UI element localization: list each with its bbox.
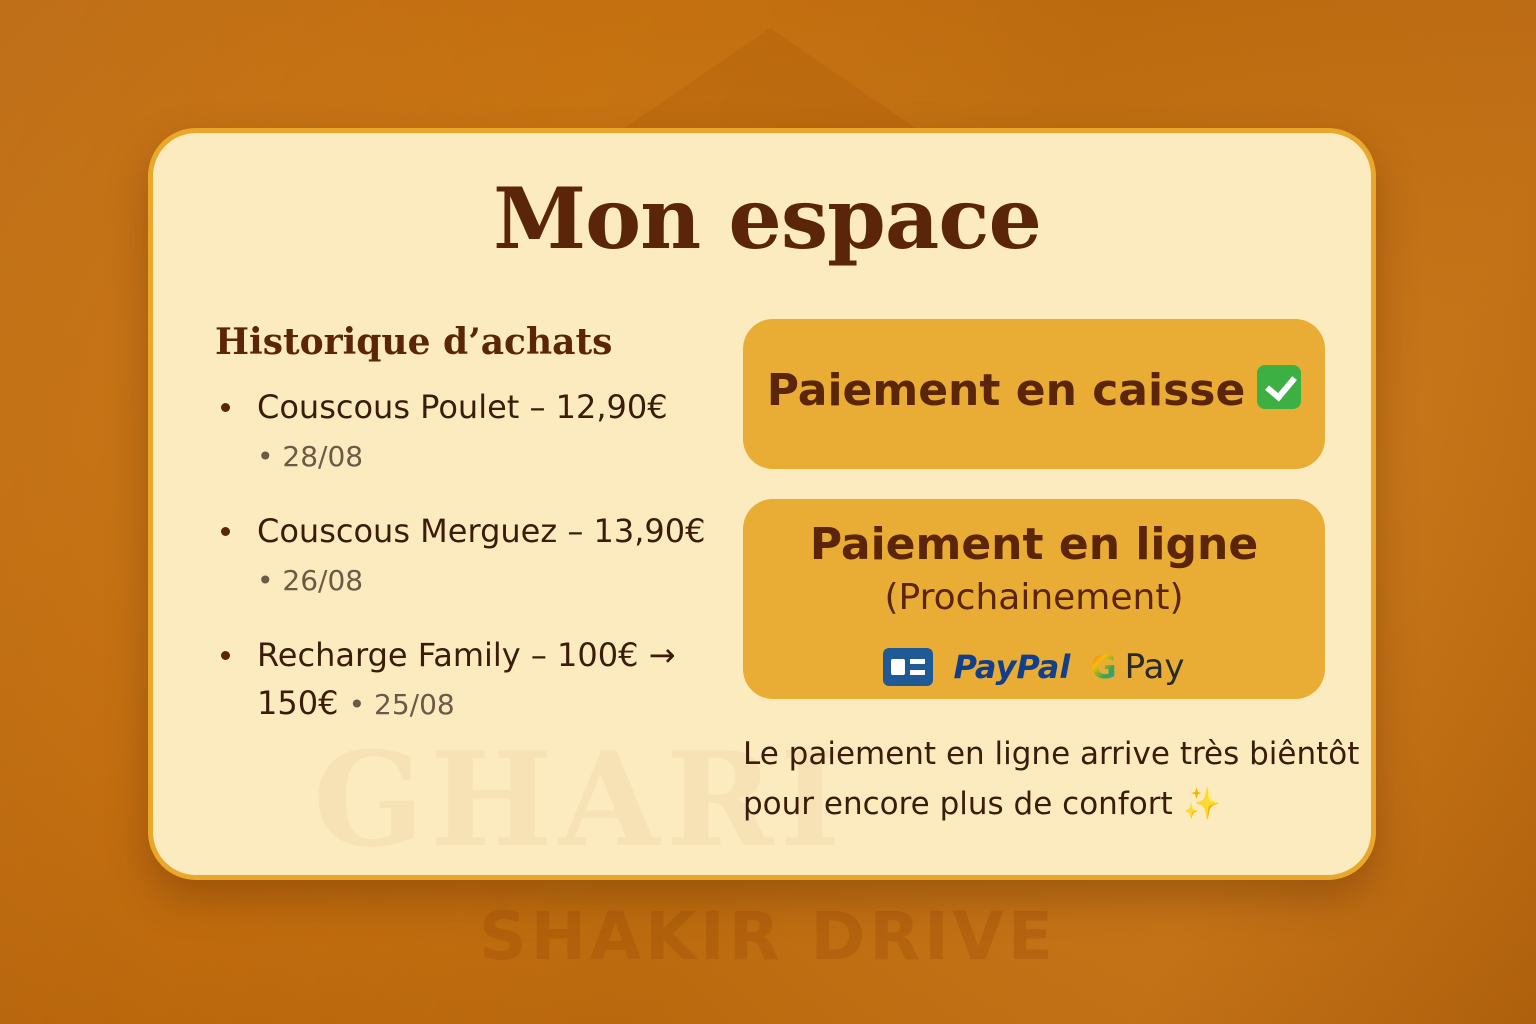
pay-online-button[interactable]: Paiement en ligne (Prochainement) PayPal…: [743, 499, 1325, 699]
pay-online-status: (Prochainement): [884, 577, 1184, 618]
purchase-history-heading: Historique d’achats: [215, 321, 613, 363]
paypal-logo: PayPal: [953, 648, 1071, 686]
online-payment-note: Le paiement en ligne arrive très biêntôt…: [743, 729, 1371, 829]
account-card: GHARI Mon espace Historique d’achats Cou…: [148, 128, 1376, 880]
pay-online-label: Paiement en ligne: [809, 519, 1259, 570]
history-item-date: • 28/08: [257, 440, 364, 473]
pay-at-counter-button[interactable]: Paiement en caisse: [743, 319, 1325, 469]
history-item-text: Couscous Poulet – 12,90€: [257, 388, 668, 426]
google-pay-logo: G Pay: [1090, 647, 1184, 687]
pay-at-counter-label: Paiement en caisse: [766, 365, 1246, 416]
sparkles-icon: ✨: [1182, 786, 1222, 822]
online-payment-note-text: Le paiement en ligne arrive très biêntôt…: [743, 736, 1360, 822]
history-item: Couscous Poulet – 12,90€ • 28/08: [215, 383, 735, 481]
background-roof-shape: [610, 28, 930, 138]
history-item-text: Couscous Merguez – 13,90€: [257, 512, 706, 550]
bullet-icon: [221, 403, 230, 412]
credit-card-icon: [883, 648, 934, 686]
page-title: Mon espace: [493, 169, 1042, 268]
bullet-icon: [221, 527, 230, 536]
pay-at-counter-row: Paiement en caisse: [743, 365, 1325, 416]
history-item-date: • 25/08: [348, 688, 455, 721]
history-item: Recharge Family – 100€ → 150€ • 25/08: [215, 631, 735, 729]
google-g-icon: G: [1090, 648, 1117, 686]
history-item: Couscous Merguez – 13,90€ • 26/08: [215, 507, 735, 605]
history-item-text: Recharge Family – 100€ → 150€: [257, 636, 676, 722]
check-mark-icon: [1257, 365, 1302, 409]
google-pay-label: Pay: [1124, 647, 1185, 687]
payment-methods: PayPal G Pay: [743, 645, 1325, 689]
bullet-icon: [221, 651, 230, 660]
purchase-history: Historique d’achats Couscous Poulet – 12…: [215, 321, 735, 755]
background-brand-text: SHAKIR DRIVE: [479, 898, 1057, 975]
purchase-history-list: Couscous Poulet – 12,90€ • 28/08 Couscou…: [215, 383, 735, 729]
history-item-date: • 26/08: [257, 564, 364, 597]
